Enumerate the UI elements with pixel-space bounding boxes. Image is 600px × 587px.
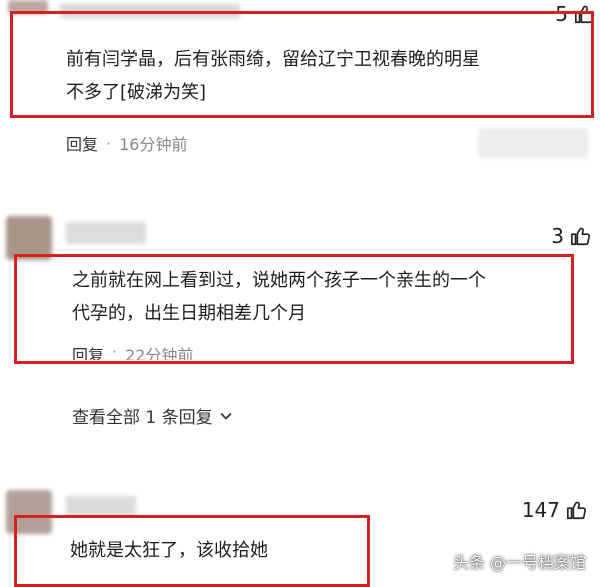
chevron-down-icon: [219, 412, 232, 420]
comment-line: 代孕的，出生日期相差几个月: [72, 303, 306, 324]
comment-line: 之前就在网上看到过，说她两个孩子一个亲生的一个: [72, 270, 486, 291]
timestamp: 22分钟前: [125, 346, 194, 360]
comment-text-1: 前有闫学晶，后有张雨绮，留给辽宁卫视春晚的明星 不多了[破涕为笑]: [66, 43, 480, 109]
username-redacted: [66, 496, 136, 516]
like-count: 3: [551, 224, 564, 248]
comment-text-3: 她就是太狂了，该收拾她: [70, 534, 268, 567]
view-all-replies[interactable]: 查看全部 1 条回复: [72, 403, 233, 428]
comment-line: 前有闫学晶，后有张雨绮，留给辽宁卫视春晚的明星: [66, 49, 480, 70]
comment-meta-2: 回复 · 22分钟前: [72, 342, 193, 360]
redacted-block: [478, 128, 588, 158]
like-button[interactable]: 3: [551, 224, 592, 248]
comment-line: 她就是太狂了，该收拾她: [70, 540, 268, 561]
comment-meta-1: 回复 · 16分钟前: [66, 131, 187, 155]
reply-button[interactable]: 回复: [66, 131, 98, 155]
separator-dot: ·: [106, 133, 112, 153]
thumbs-up-icon: [571, 227, 590, 246]
timestamp: 16分钟前: [119, 135, 188, 154]
reply-button[interactable]: 回复: [72, 342, 104, 360]
watermark: 头条 @一号档案馆: [452, 553, 586, 572]
comment-line: 不多了[破涕为笑]: [66, 82, 207, 103]
separator-dot: ·: [112, 342, 118, 360]
comment-text-2: 之前就在网上看到过，说她两个孩子一个亲生的一个 代孕的，出生日期相差几个月: [72, 264, 486, 330]
like-count: 147: [521, 498, 560, 522]
view-all-label: 查看全部 1 条回复: [72, 408, 213, 428]
thumbs-up-icon: [567, 501, 586, 520]
like-button[interactable]: 147: [522, 498, 588, 522]
username-redacted: [66, 222, 146, 244]
